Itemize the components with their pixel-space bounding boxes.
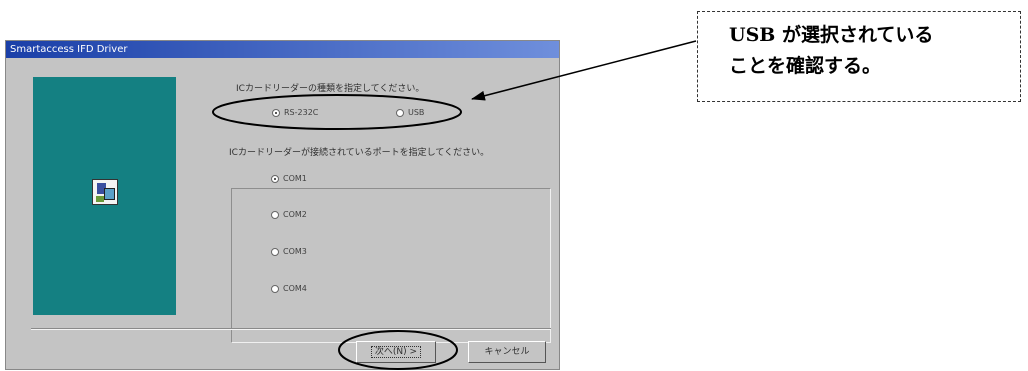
annotation-overlay (212, 40, 697, 370)
next-button-highlight (338, 330, 458, 370)
callout-arrow (471, 40, 697, 101)
reader-options-highlight (212, 94, 462, 130)
